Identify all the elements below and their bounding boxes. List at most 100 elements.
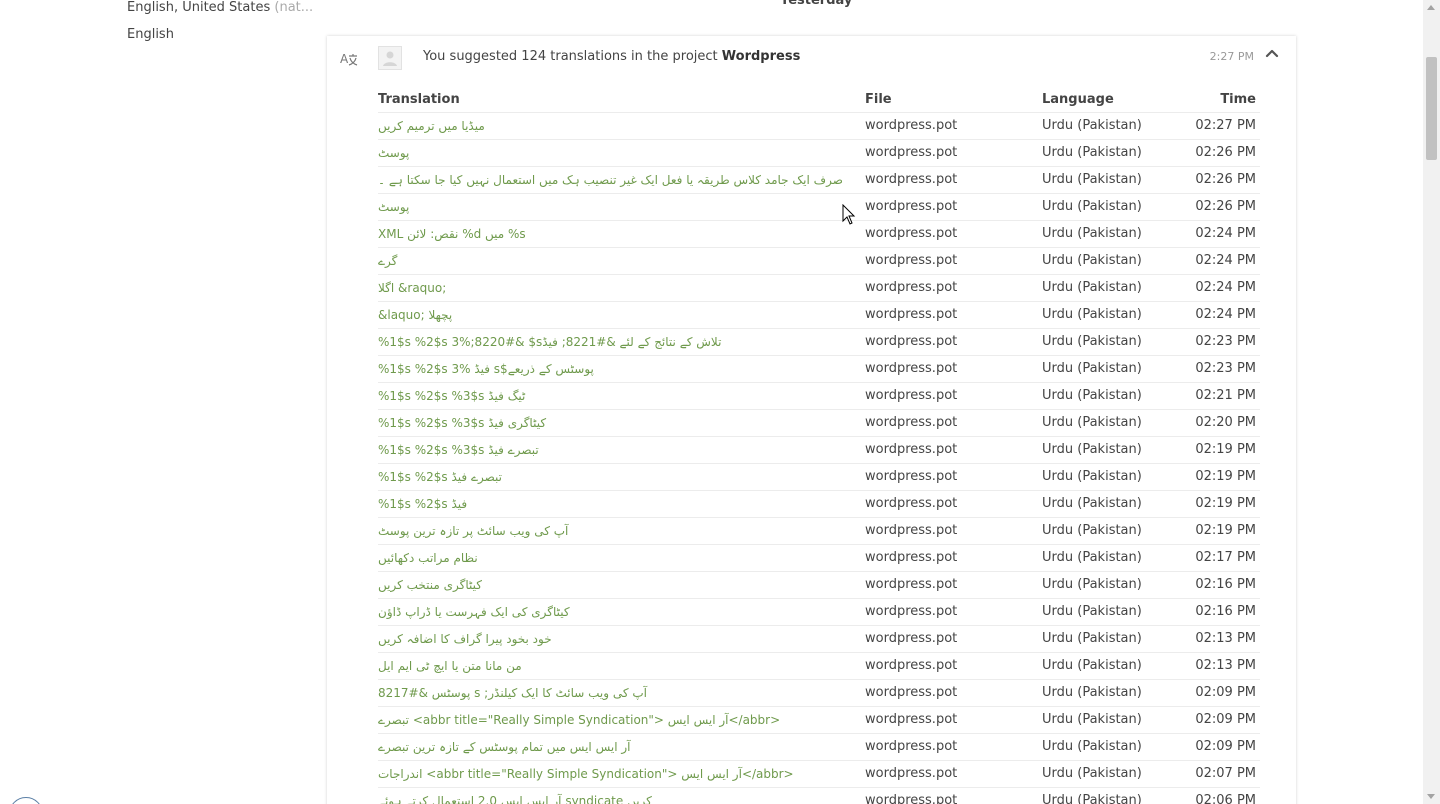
language-cell: Urdu (Pakistan) [1042, 307, 1142, 322]
translate-icon: A [340, 52, 358, 66]
translations-table: Translation File Language Time میڈیا میں… [378, 87, 1260, 804]
translation-cell[interactable]: %1$s %2$s تبصرے فیڈ [378, 464, 848, 490]
translation-cell[interactable]: آر ایس ایس 2.0 استعمال کرتے ہوئے syndica… [378, 788, 848, 804]
time-cell: 02:23 PM [1195, 334, 1256, 349]
help-badge-icon[interactable] [9, 797, 43, 804]
table-row: صرف ایک جامد کلاس طریقہ یا فعل ایک غیر ت… [378, 167, 1260, 194]
file-cell: wordpress.pot [865, 496, 958, 511]
time-cell: 02:19 PM [1195, 496, 1256, 511]
activity-card: A You suggested 124 translations in the … [327, 36, 1296, 804]
translation-cell[interactable]: میڈیا میں ترمیم کریں [378, 113, 848, 139]
activity-summary: You suggested 124 translations in the pr… [423, 49, 800, 64]
translation-cell[interactable]: %1$s %2$s %3$s ٹیگ فیڈ [378, 383, 848, 409]
svg-text:A: A [340, 52, 349, 66]
page-scrollbar[interactable] [1423, 0, 1440, 804]
file-cell: wordpress.pot [865, 712, 958, 727]
time-cell: 02:19 PM [1195, 442, 1256, 457]
translation-cell[interactable]: کیٹاگری منتخب کریں [378, 572, 848, 598]
translation-cell[interactable]: %1$s %2$s %3$s کیٹاگری فیڈ [378, 410, 848, 436]
table-row: اندراجات <abbr title="Really Simple Synd… [378, 761, 1260, 788]
translation-cell[interactable]: %1$s %2$s %3$s تبصرے فیڈ [378, 437, 848, 463]
language-cell: Urdu (Pakistan) [1042, 280, 1142, 295]
language-cell: Urdu (Pakistan) [1042, 415, 1142, 430]
translation-cell[interactable]: من مانا متن یا ایچ ٹی ایم ایل [378, 653, 848, 679]
translation-cell[interactable]: پوسٹ [378, 140, 848, 166]
file-cell: wordpress.pot [865, 334, 958, 349]
table-body: میڈیا میں ترمیم کریں wordpress.pot Urdu (P… [378, 113, 1260, 804]
language-cell: Urdu (Pakistan) [1042, 631, 1142, 646]
table-row: 8217#& پوسٹس s ;آپ کی ویب سائٹ کا ایک کی… [378, 680, 1260, 707]
language-cell: Urdu (Pakistan) [1042, 496, 1142, 511]
mouse-cursor-icon [842, 204, 856, 225]
column-header-translation: Translation [378, 92, 460, 107]
table-row: %1$s %2$s %3$s تبصرے فیڈ wordpress.pot Urd… [378, 437, 1260, 464]
table-row: %1$s %2$s %3$s کیٹاگری فیڈ wordpress.pot U… [378, 410, 1260, 437]
time-cell: 02:19 PM [1195, 469, 1256, 484]
translation-cell[interactable]: آر ایس ایس میں تمام پوسٹس کے تازہ ترین ت… [378, 734, 848, 760]
file-cell: wordpress.pot [865, 793, 958, 804]
file-cell: wordpress.pot [865, 361, 958, 376]
table-row: %1$s %2$s 3%;8220#& $sتلاش کے نتائج کے ل… [378, 329, 1260, 356]
language-cell: Urdu (Pakistan) [1042, 469, 1142, 484]
file-cell: wordpress.pot [865, 280, 958, 295]
activity-time: 2:27 PM [1209, 50, 1254, 63]
translation-cell[interactable]: %1$s %2$s 3% فیڈ s$پوسٹس کے ذریعے [378, 356, 848, 382]
scrollbar-thumb[interactable] [1426, 57, 1437, 160]
time-cell: 02:26 PM [1195, 145, 1256, 160]
language-cell: Urdu (Pakistan) [1042, 523, 1142, 538]
translation-cell[interactable]: کیٹاگری کی ایک فہرست یا ڈراپ ڈاؤن [378, 599, 848, 625]
language-cell: Urdu (Pakistan) [1042, 550, 1142, 565]
time-cell: 02:23 PM [1195, 361, 1256, 376]
file-cell: wordpress.pot [865, 388, 958, 403]
time-cell: 02:26 PM [1195, 172, 1256, 187]
translation-cell[interactable]: %1$s %2$s 3%;8220#& $sتلاش کے نتائج کے ل… [378, 329, 848, 355]
language-item[interactable]: English, United States (nat... [127, 0, 313, 15]
table-row: من مانا متن یا ایچ ٹی ایم ایل wordpress.p… [378, 653, 1260, 680]
table-row: تبصرے <abbr title="Really Simple Syndica… [378, 707, 1260, 734]
translation-cell[interactable]: نظام مراتب دکھائیں [378, 545, 848, 571]
language-cell: Urdu (Pakistan) [1042, 442, 1142, 457]
table-row: کیٹاگری منتخب کریں wordpress.pot Urdu (Pak… [378, 572, 1260, 599]
scroll-down-arrow-icon[interactable] [1427, 794, 1435, 799]
column-header-time: Time [1220, 92, 1256, 107]
table-row: اگلا &raquo; wordpress.pot Urdu (Pakistan)… [378, 275, 1260, 302]
time-cell: 02:09 PM [1195, 685, 1256, 700]
translation-cell[interactable]: اگلا &raquo; [378, 275, 848, 301]
language-cell: Urdu (Pakistan) [1042, 199, 1142, 214]
column-header-file: File [865, 92, 892, 107]
table-row: نظام مراتب دکھائیں wordpress.pot Urdu (Pak… [378, 545, 1260, 572]
file-cell: wordpress.pot [865, 118, 958, 133]
file-cell: wordpress.pot [865, 172, 958, 187]
translation-cell[interactable]: تبصرے <abbr title="Really Simple Syndica… [378, 707, 848, 733]
translation-cell[interactable]: %1$s %2$s فیڈ [378, 491, 848, 517]
language-native-name: (nat... [274, 0, 314, 15]
translation-cell[interactable]: XML نقص: لائن %d میں %s [378, 221, 848, 247]
translation-cell[interactable]: صرف ایک جامد کلاس طریقہ یا فعل ایک غیر ت… [378, 167, 848, 193]
scroll-up-arrow-icon[interactable] [1427, 5, 1435, 10]
project-name[interactable]: Wordpress [722, 49, 801, 64]
translation-cell[interactable]: پوسٹ [378, 194, 848, 220]
table-row: پوسٹ wordpress.pot Urdu (Pakistan) 02:26 PM [378, 194, 1260, 221]
chevron-up-icon[interactable] [1264, 46, 1280, 62]
language-cell: Urdu (Pakistan) [1042, 226, 1142, 241]
file-cell: wordpress.pot [865, 658, 958, 673]
translation-cell[interactable]: اندراجات <abbr title="Really Simple Synd… [378, 761, 848, 787]
time-cell: 02:13 PM [1195, 658, 1256, 673]
language-cell: Urdu (Pakistan) [1042, 604, 1142, 619]
time-cell: 02:06 PM [1195, 793, 1256, 804]
time-cell: 02:19 PM [1195, 523, 1256, 538]
language-cell: Urdu (Pakistan) [1042, 388, 1142, 403]
time-cell: 02:16 PM [1195, 577, 1256, 592]
translation-cell[interactable]: 8217#& پوسٹس s ;آپ کی ویب سائٹ کا ایک کی… [378, 680, 848, 706]
language-item[interactable]: English [127, 27, 174, 42]
language-cell: Urdu (Pakistan) [1042, 118, 1142, 133]
activity-summary-text: You suggested 124 translations in the pr… [423, 49, 718, 64]
translation-cell[interactable]: خود بخود پیرا گراف کا اضافہ کریں [378, 626, 848, 652]
file-cell: wordpress.pot [865, 442, 958, 457]
translation-cell[interactable]: گرے [378, 248, 848, 274]
time-cell: 02:27 PM [1195, 118, 1256, 133]
user-icon [383, 51, 397, 66]
activity-header[interactable]: A You suggested 124 translations in the … [327, 36, 1296, 80]
translation-cell[interactable]: &laquo; پچھلا [378, 302, 848, 328]
translation-cell[interactable]: آپ کی ویب سائٹ پر تازہ ترین پوسٹ [378, 518, 848, 544]
